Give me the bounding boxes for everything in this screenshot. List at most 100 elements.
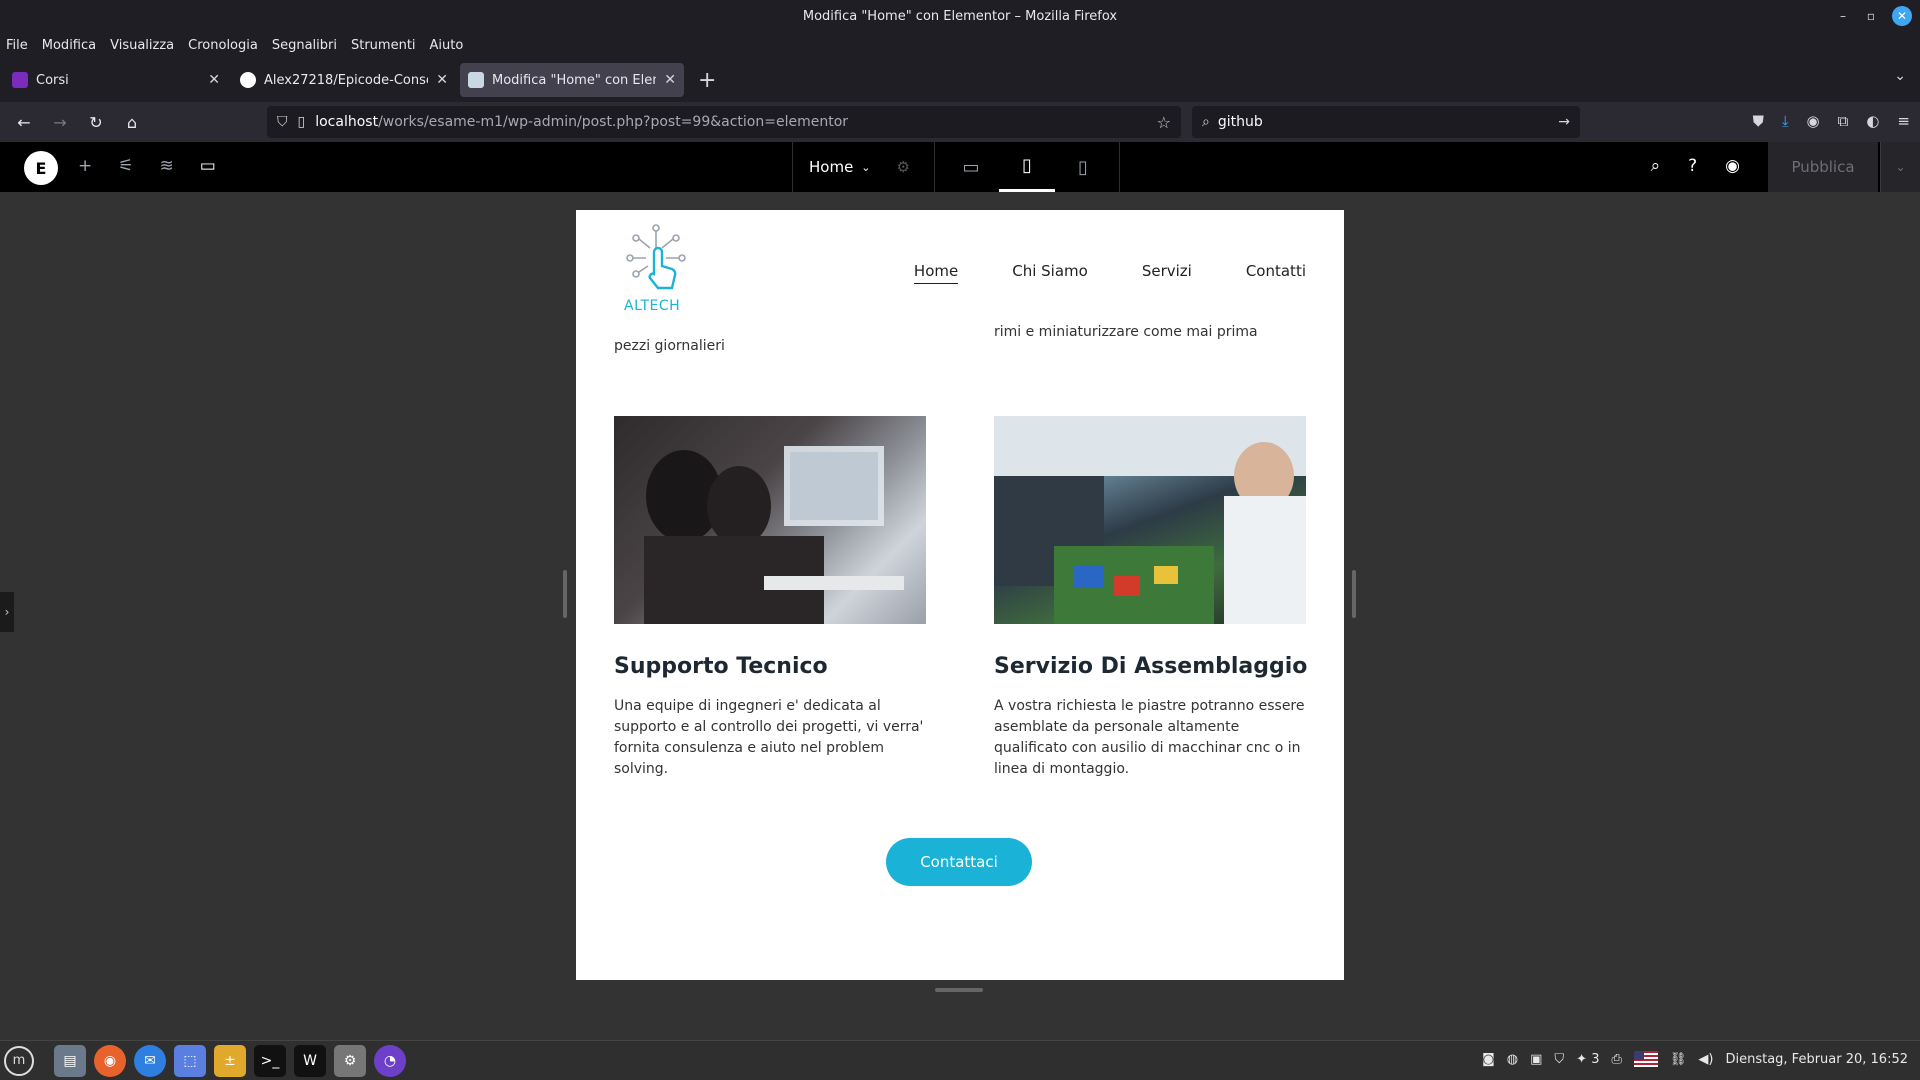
finder-search-icon[interactable]: ⌕	[1651, 156, 1661, 176]
tab-corsi[interactable]: Corsi ✕	[4, 63, 228, 97]
device-switcher: ▭ ▯ ▯	[935, 142, 1120, 192]
chevron-down-icon: ⌄	[861, 160, 871, 174]
url-bar[interactable]: ⛉ ▯ localhost/works/esame-m1/wp-admin/po…	[267, 106, 1181, 138]
reload-icon[interactable]: ↻	[78, 113, 114, 132]
notes-chat-icon[interactable]: ▭	[200, 156, 216, 176]
os-taskbar: m ▤ ◉ ✉ ⬚ ± >_ W ⚙ ◔ ◙ ◍ ▣ ⛉ ✦ 3 ⎙ ⛓ ◀) …	[0, 1040, 1920, 1080]
close-tab-icon[interactable]: ✕	[664, 72, 676, 88]
tablet-device-icon[interactable]: ▯	[999, 142, 1055, 192]
system-tray: ◙ ◍ ▣ ⛉ ✦ 3 ⎙ ⛓ ◀) Dienstag, Februar 20,…	[1482, 1051, 1908, 1067]
back-arrow-icon[interactable]: ←	[6, 113, 42, 132]
window-titlebar: Modifica "Home" con Elementor – Mozilla …	[0, 0, 1920, 32]
menu-file[interactable]: File	[6, 38, 28, 53]
calculator-icon[interactable]: ±	[214, 1044, 246, 1077]
card-title-supporto: Supporto Tecnico	[614, 654, 828, 679]
webstorm-icon[interactable]: W	[294, 1044, 326, 1077]
menu-cronologia[interactable]: Cronologia	[188, 38, 258, 53]
new-tab-icon[interactable]: +	[698, 68, 716, 93]
add-element-icon[interactable]: +	[78, 156, 92, 176]
close-window-icon[interactable]: ✕	[1892, 6, 1912, 26]
network-icon[interactable]: ⛓	[1670, 1052, 1687, 1067]
extension-puzzle-icon[interactable]: ◐	[1866, 112, 1879, 130]
help-icon[interactable]: ?	[1688, 156, 1697, 176]
publish-button[interactable]: Pubblica	[1768, 142, 1878, 192]
clipboard-icon[interactable]: ▣	[1530, 1052, 1542, 1067]
search-bar[interactable]: ⌕ github →	[1192, 106, 1580, 138]
nav-item-contatti[interactable]: Contatti	[1246, 262, 1306, 284]
keyboard-layout-flag-icon[interactable]	[1633, 1051, 1658, 1067]
tab-github[interactable]: Alex27218/Epicode-Conseg ✕	[232, 63, 456, 97]
clock[interactable]: Dienstag, Februar 20, 16:52	[1725, 1052, 1908, 1067]
search-icon: ⌕	[1202, 114, 1210, 130]
nav-item-home[interactable]: Home	[913, 262, 959, 284]
menu-strumenti[interactable]: Strumenti	[351, 38, 416, 53]
close-tab-icon[interactable]: ✕	[436, 72, 448, 88]
menu-modifica[interactable]: Modifica	[42, 38, 96, 53]
url-host: localhost	[315, 114, 379, 130]
minimize-icon[interactable]: –	[1836, 9, 1850, 23]
volume-icon[interactable]: ◀)	[1698, 1052, 1713, 1067]
office-team-image	[614, 416, 926, 624]
shield-tray-icon[interactable]: ⛉	[1554, 1052, 1564, 1067]
github-desktop-icon[interactable]: ◔	[374, 1044, 406, 1077]
nav-item-chi-siamo[interactable]: Chi Siamo	[1012, 262, 1088, 284]
start-menu-icon[interactable]: m	[4, 1045, 34, 1076]
forward-arrow-icon[interactable]: →	[42, 113, 78, 132]
notification-count: 3	[1591, 1051, 1600, 1067]
page-icon: ▯	[297, 114, 306, 130]
taskbar-apps: ▤ ◉ ✉ ⬚ ± >_ W ⚙ ◔	[54, 1044, 406, 1077]
settings-icon[interactable]: ⚙	[334, 1044, 366, 1077]
contattaci-button[interactable]: Contattaci	[886, 838, 1032, 886]
elementor-topbar: E + ⚟ ≋ ▭ Home ⌄ ⚙ ▭ ▯ ▯ ⌕ ? ◉ Pubblica …	[0, 142, 1920, 192]
extensions-icon[interactable]: ⧉	[1838, 112, 1849, 130]
restore-icon[interactable]: ▫	[1864, 9, 1878, 23]
discord-icon[interactable]: ◙	[1482, 1052, 1495, 1067]
search-input[interactable]: github	[1218, 114, 1263, 130]
page-selector-label: Home	[809, 158, 854, 176]
file-manager-icon[interactable]: ▤	[54, 1044, 86, 1077]
thunderbird-icon[interactable]: ✉	[134, 1044, 166, 1077]
search-go-arrow-icon[interactable]: →	[1558, 114, 1570, 130]
resize-handle-right[interactable]	[1352, 570, 1356, 618]
menu-segnalibri[interactable]: Segnalibri	[272, 38, 337, 53]
menubar: File Modifica Visualizza Cronologia Segn…	[0, 32, 1920, 58]
page-settings-gear-icon[interactable]: ⚙	[897, 158, 910, 176]
tab-elementor[interactable]: Modifica "Home" con Eleme ✕	[460, 63, 684, 97]
partial-text-left: pezzi giornalieri	[614, 338, 725, 354]
list-tabs-chevron-icon[interactable]: ⌄	[1894, 68, 1906, 84]
desktop-device-icon[interactable]: ▭	[943, 142, 999, 192]
publish-options-chevron-icon[interactable]: ⌄	[1880, 142, 1920, 192]
url-path: /works/esame-m1/wp-admin/post.php?post=9…	[378, 114, 849, 130]
screenshot-icon[interactable]: ⬚	[174, 1044, 206, 1077]
notifications-icon[interactable]: ✦ 3	[1576, 1052, 1599, 1067]
card-title-assemblaggio: Servizio Di Assemblaggio	[994, 654, 1308, 679]
shield-icon[interactable]: ⛉	[277, 114, 288, 130]
toolbar-right: ⛊ ⤓ ◉ ⧉ ◐ ≡	[1753, 112, 1910, 130]
mobile-device-icon[interactable]: ▯	[1055, 142, 1111, 192]
evernote-icon[interactable]: ◍	[1507, 1052, 1518, 1067]
menu-aiuto[interactable]: Aiuto	[430, 38, 464, 53]
terminal-icon[interactable]: >_	[254, 1044, 286, 1077]
bookmark-star-icon[interactable]: ☆	[1157, 113, 1171, 132]
page-selector[interactable]: Home ⌄ ⚙	[793, 142, 935, 192]
elementor-logo-icon[interactable]: E	[24, 151, 58, 185]
resize-handle-bottom[interactable]	[935, 988, 983, 992]
preview-eye-icon[interactable]: ◉	[1725, 156, 1740, 176]
close-tab-icon[interactable]: ✕	[208, 72, 220, 88]
card-text-assemblaggio: A vostra richiesta le piastre potranno e…	[994, 698, 1305, 777]
menu-visualizza[interactable]: Visualizza	[110, 38, 174, 53]
pocket-icon[interactable]: ⛊	[1753, 112, 1764, 130]
firefox-icon[interactable]: ◉	[94, 1044, 126, 1077]
home-icon[interactable]: ⌂	[114, 113, 150, 132]
site-settings-icon[interactable]: ⚟	[118, 156, 133, 176]
elementor-right-tools: ⌕ ? ◉	[1651, 156, 1740, 176]
printer-icon[interactable]: ⎙	[1611, 1052, 1621, 1067]
resize-handle-left[interactable]	[563, 570, 567, 618]
download-icon[interactable]: ⤓	[1782, 112, 1789, 130]
structure-layers-icon[interactable]: ≋	[160, 156, 174, 176]
panel-toggle-chevron-icon[interactable]: ›	[0, 592, 14, 632]
nav-item-servizi[interactable]: Servizi	[1142, 262, 1192, 284]
account-icon[interactable]: ◉	[1807, 112, 1820, 130]
elementor-center-tools: Home ⌄ ⚙ ▭ ▯ ▯	[792, 142, 1120, 192]
hamburger-menu-icon[interactable]: ≡	[1897, 112, 1910, 130]
